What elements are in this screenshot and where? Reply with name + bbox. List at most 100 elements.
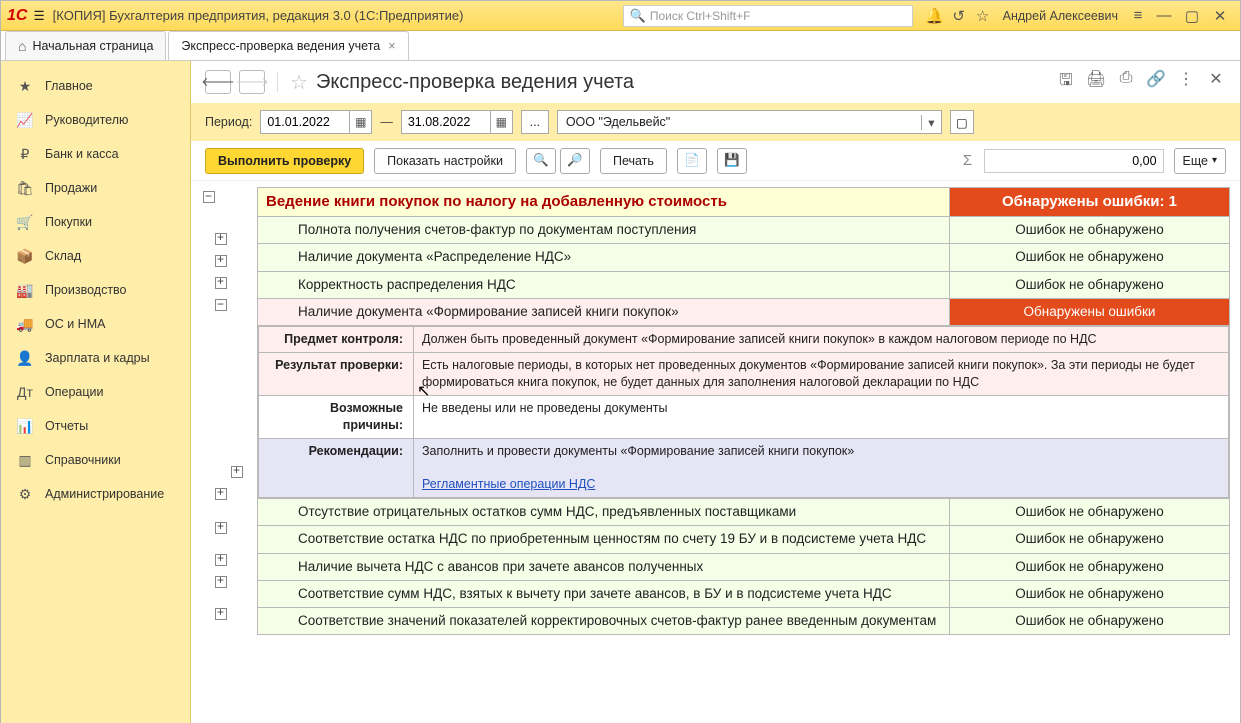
calendar-icon[interactable]: ▦ [349, 111, 371, 133]
check-row[interactable]: Наличие вычета НДС с авансов при зачете … [258, 553, 1230, 580]
search-placeholder: Поиск Ctrl+Shift+F [650, 9, 751, 23]
period-bar: Период: ▦ — ▦ ... ООО "Эдельвейс" ▾ ▢ [191, 103, 1240, 141]
expand-toggle[interactable] [215, 522, 227, 534]
chevron-down-icon[interactable]: ▾ [921, 115, 941, 130]
forward-button[interactable]: 🡒 [239, 70, 265, 94]
nav-label: ОС и НМА [45, 317, 105, 331]
nav-manager[interactable]: 📈 Руководителю [1, 103, 190, 137]
show-settings-button[interactable]: Показать настройки [374, 148, 516, 174]
calendar-icon[interactable]: ▦ [490, 111, 512, 133]
more-button[interactable]: Еще ▾ [1174, 148, 1226, 174]
nav-assets[interactable]: 🚚ОС и НМА [1, 307, 190, 341]
check-row[interactable]: Корректность распределения НДС Ошибок не… [258, 271, 1230, 298]
open-org-button[interactable]: ▢ [950, 110, 974, 134]
preview-button[interactable]: 📄 [677, 148, 707, 174]
link-icon[interactable]: 🔗 [1146, 69, 1166, 96]
date-to[interactable]: ▦ [401, 110, 513, 134]
detail-label: Предмет контроля: [259, 327, 414, 353]
nav-label: Покупки [45, 215, 92, 229]
tabs-row: ⌂ Начальная страница Экспресс-проверка в… [1, 31, 1240, 61]
nav-manufacturing[interactable]: 🏭Производство [1, 273, 190, 307]
close-window-button[interactable]: ✕ [1206, 7, 1234, 25]
section-row[interactable]: Ведение книги покупок по налогу на добав… [258, 188, 1230, 217]
nav-reports[interactable]: 📊Отчеты [1, 409, 190, 443]
check-row-error[interactable]: Наличие документа «Формирование записей … [258, 298, 1230, 325]
nav-sales[interactable]: 🛍Продажи [1, 171, 190, 205]
search-back-button[interactable]: 🔎 [560, 148, 590, 174]
nav-label: Руководителю [45, 113, 128, 127]
check-row[interactable]: Соответствие значений показателей коррек… [258, 608, 1230, 635]
detail-text: Должен быть проведенный документ «Формир… [414, 327, 1229, 353]
bell-icon[interactable]: 🔔 [923, 7, 947, 25]
star-icon[interactable]: ☆ [971, 7, 995, 25]
global-search[interactable]: 🔍 Поиск Ctrl+Shift+F [623, 5, 913, 27]
run-check-button[interactable]: Выполнить проверку [205, 148, 364, 174]
collapse-toggle[interactable] [215, 299, 227, 311]
check-row[interactable]: Соответствие сумм НДС, взятых к вычету п… [258, 580, 1230, 607]
date-from[interactable]: ▦ [260, 110, 372, 134]
settings-icon[interactable]: ≡ [1126, 7, 1150, 24]
expand-toggle[interactable] [215, 608, 227, 620]
nav-main[interactable]: ★Главное [1, 69, 190, 103]
cart-icon: 🛍 [15, 180, 35, 197]
tab-close-icon[interactable]: × [388, 39, 395, 53]
save-report-button[interactable]: 💾 [717, 148, 747, 174]
nav-payroll[interactable]: 👤Зарплата и кадры [1, 341, 190, 375]
nav-admin[interactable]: ⚙Администрирование [1, 477, 190, 511]
expand-toggle[interactable] [215, 488, 227, 500]
nav-bank[interactable]: ₽Банк и касса [1, 137, 190, 171]
dash: — [380, 115, 393, 129]
username[interactable]: Андрей Алексеевич [1003, 9, 1118, 23]
date-from-input[interactable] [261, 111, 349, 133]
search-icon: 🔍 [630, 8, 646, 24]
reg-operations-link[interactable]: Регламентные операции НДС [422, 477, 595, 491]
period-picker-button[interactable]: ... [521, 110, 549, 134]
header-actions: 🖫 🖨 ⎙ 🔗 ⋮ ✕ [1056, 69, 1226, 96]
home-icon: ⌂ [18, 38, 26, 54]
tab-express-check[interactable]: Экспресс-проверка ведения учета × [168, 31, 408, 60]
maximize-button[interactable]: ▢ [1178, 7, 1206, 25]
chevron-down-icon: ▾ [1212, 155, 1217, 166]
basket-icon: 🛒 [15, 214, 35, 231]
close-page-icon[interactable]: ✕ [1206, 69, 1226, 96]
expand-toggle[interactable] [215, 554, 227, 566]
nav-label: Банк и касса [45, 147, 119, 161]
nav-label: Администрирование [45, 487, 164, 501]
minimize-button[interactable]: — [1150, 7, 1178, 24]
check-row[interactable]: Отсутствие отрицательных остатков сумм Н… [258, 499, 1230, 526]
check-row[interactable]: Соответствие остатка НДС по приобретенны… [258, 526, 1230, 553]
nav-label: Производство [45, 283, 127, 297]
print-icon[interactable]: 🖨 [1086, 69, 1106, 96]
check-row[interactable]: Полнота получения счетов-фактур по докум… [258, 217, 1230, 244]
date-to-input[interactable] [402, 111, 490, 133]
expand-toggle[interactable] [215, 576, 227, 588]
tab-active-label: Экспресс-проверка ведения учета [181, 39, 380, 53]
box-icon: 📦 [15, 248, 35, 265]
nav-catalogs[interactable]: ▥Справочники [1, 443, 190, 477]
save-icon[interactable]: 🖫 [1056, 69, 1076, 96]
organization-select[interactable]: ООО "Эдельвейс" ▾ [557, 110, 942, 134]
sum-input[interactable] [984, 149, 1164, 173]
expand-toggle[interactable] [231, 466, 243, 478]
tab-home[interactable]: ⌂ Начальная страница [5, 31, 166, 60]
kebab-icon[interactable]: ⋮ [1176, 69, 1196, 96]
chart-icon: 📈 [15, 112, 35, 129]
search-button[interactable]: 🔍 [526, 148, 556, 174]
nav-purchases[interactable]: 🛒 Покупки [1, 205, 190, 239]
print-button[interactable]: Печать [600, 148, 667, 174]
nav-operations[interactable]: ДтОперации [1, 375, 190, 409]
detail-text: Не введены или не проведены документы [414, 395, 1229, 438]
check-row[interactable]: Наличие документа «Распределение НДС» Ош… [258, 244, 1230, 271]
expand-toggle[interactable] [215, 233, 227, 245]
menu-icon[interactable]: ☰ [33, 8, 44, 23]
collapse-toggle[interactable] [203, 191, 215, 203]
expand-toggle[interactable] [215, 255, 227, 267]
back-button[interactable]: 🡐 [205, 70, 231, 94]
nav-warehouse[interactable]: 📦Склад [1, 239, 190, 273]
detail-block: Предмет контроля: Должен быть проведенны… [258, 326, 1230, 499]
favorite-icon[interactable]: ☆ [290, 70, 308, 95]
section-title: Ведение книги покупок по налогу на добав… [258, 188, 950, 217]
history-icon[interactable]: ↺ [947, 7, 971, 25]
export-icon[interactable]: ⎙ [1116, 69, 1136, 96]
expand-toggle[interactable] [215, 277, 227, 289]
